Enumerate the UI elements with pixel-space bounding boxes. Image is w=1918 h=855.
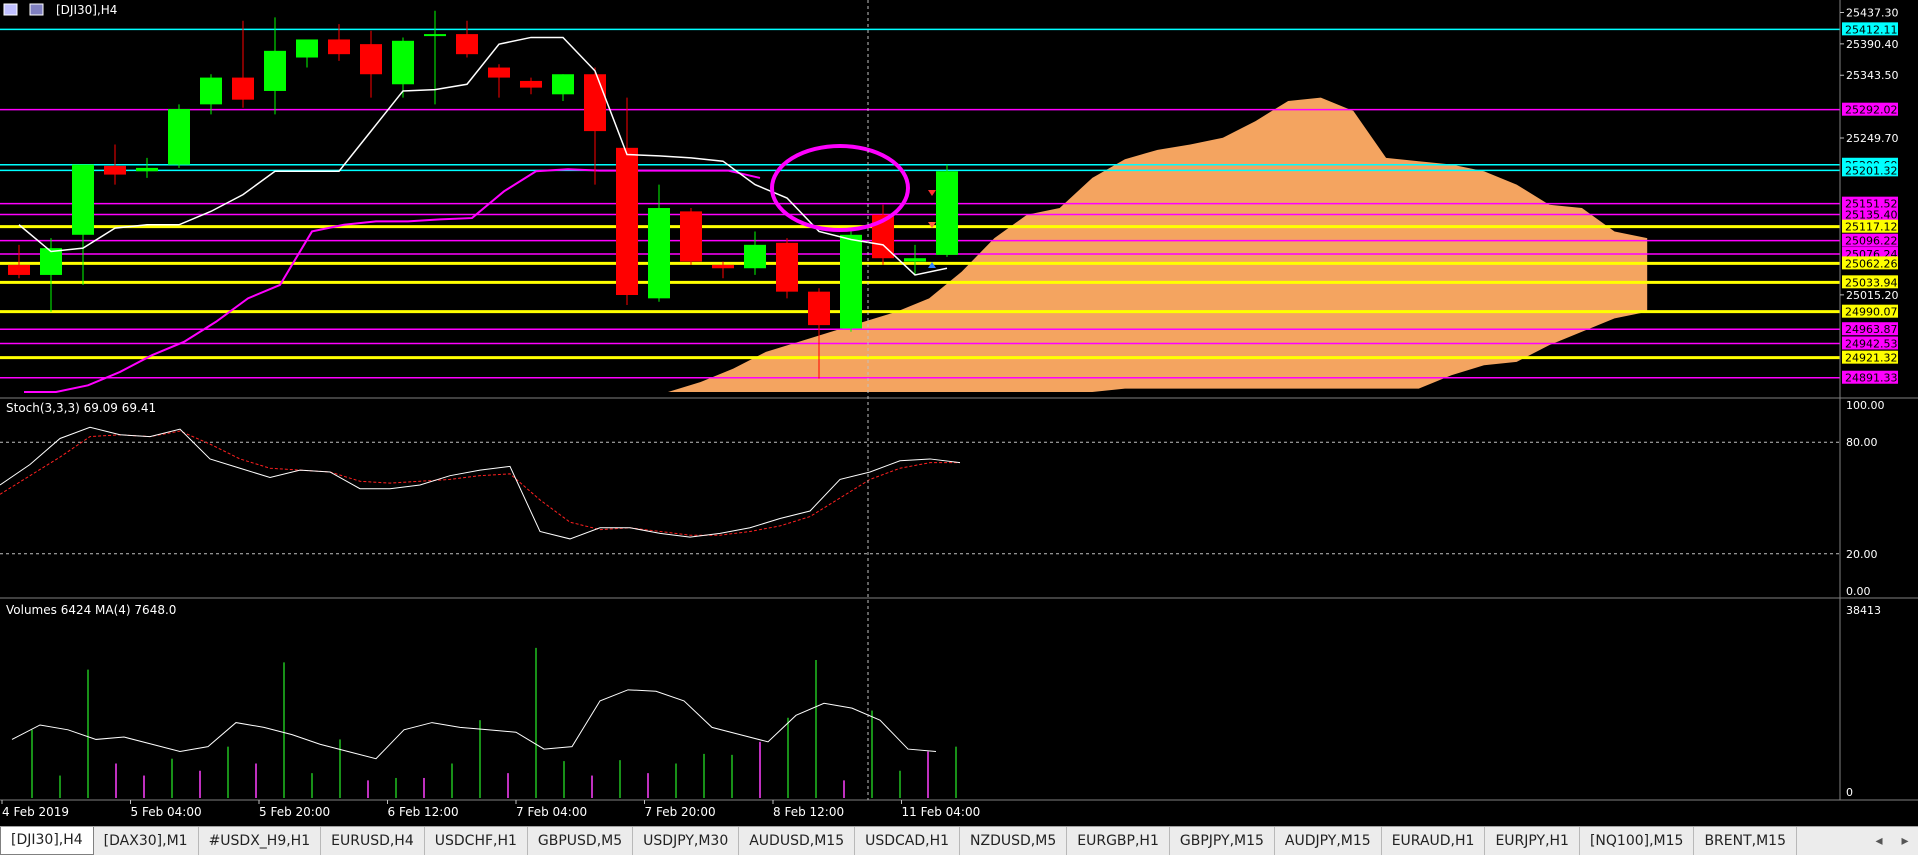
- level-label: 24891.33: [1845, 372, 1898, 385]
- candle-body[interactable]: [72, 164, 94, 235]
- chart-tab[interactable]: EURUSD,H4: [321, 827, 425, 855]
- candle-body[interactable]: [904, 258, 926, 262]
- chart-tab[interactable]: GBPJPY,M15: [1170, 827, 1275, 855]
- chart-tab[interactable]: GBPUSD,M5: [528, 827, 634, 855]
- candle-body[interactable]: [8, 264, 30, 275]
- candle-body[interactable]: [264, 50, 286, 91]
- candle-body[interactable]: [648, 208, 670, 299]
- candle-body[interactable]: [840, 234, 862, 329]
- candle-body[interactable]: [488, 67, 510, 78]
- chart-tab-bar: [DJI30],H4 [DAX30],M1 #USDX_H9,H1 EURUSD,H4…: [0, 826, 1918, 855]
- level-label: 25292.02: [1845, 104, 1898, 117]
- candle-body[interactable]: [456, 34, 478, 55]
- candle-body[interactable]: [680, 211, 702, 262]
- time-label: 6 Feb 12:00: [388, 805, 459, 819]
- candle-body[interactable]: [104, 165, 126, 175]
- candle-body[interactable]: [136, 167, 158, 172]
- level-label: 25135.40: [1845, 208, 1898, 221]
- time-label: 5 Feb 04:00: [131, 805, 202, 819]
- time-label: 5 Feb 20:00: [259, 805, 330, 819]
- stoch-tick-label: 80.00: [1846, 436, 1878, 449]
- chart-tab[interactable]: NZDUSD,M5: [960, 827, 1068, 855]
- volume-label: Volumes 6424 MA(4) 7648.0: [6, 603, 176, 617]
- price-tick-label: 25015.20: [1846, 289, 1899, 302]
- candle-body[interactable]: [936, 171, 958, 255]
- stoch-label: Stoch(3,3,3) 69.09 69.41: [6, 401, 156, 415]
- chart-tab[interactable]: [DJI30],H4: [0, 827, 94, 855]
- candle-body[interactable]: [360, 44, 382, 75]
- chart-area[interactable]: 25412.1125292.0225209.6925201.3225151.52…: [0, 0, 1918, 826]
- candle-body[interactable]: [424, 34, 446, 37]
- chart-tab[interactable]: [DAX30],M1: [94, 827, 199, 855]
- level-label: 25201.32: [1845, 164, 1898, 177]
- chart-title: [DJI30],H4: [56, 3, 117, 17]
- time-label: 7 Feb 20:00: [645, 805, 716, 819]
- candle-body[interactable]: [616, 147, 638, 295]
- level-label: 25412.11: [1845, 23, 1898, 36]
- tab-scroll-left-icon[interactable]: ◂: [1866, 827, 1892, 855]
- volume-tick-label: 0: [1846, 786, 1853, 799]
- chart-tab[interactable]: USDCAD,H1: [855, 827, 961, 855]
- level-label: 25033.94: [1845, 276, 1898, 289]
- level-label: 25062.26: [1845, 257, 1898, 270]
- candle-body[interactable]: [808, 291, 830, 326]
- chart-tab[interactable]: EURJPY,H1: [1485, 827, 1580, 855]
- volume-tick-label: 38413: [1846, 604, 1881, 617]
- chart-tab[interactable]: EURGBP,H1: [1067, 827, 1170, 855]
- candle-body[interactable]: [200, 77, 222, 105]
- candle-body[interactable]: [392, 40, 414, 85]
- level-label: 24942.53: [1845, 337, 1898, 350]
- tab-spacer: [1797, 827, 1866, 855]
- level-label: 25117.12: [1845, 221, 1898, 234]
- stoch-tick-label: 0.00: [1846, 585, 1871, 598]
- stoch-tick-label: 20.00: [1846, 548, 1878, 561]
- chart-window-icon[interactable]: [3, 3, 18, 16]
- time-label: 8 Feb 12:00: [773, 805, 844, 819]
- candle-body[interactable]: [712, 264, 734, 269]
- price-tick-label: 25343.50: [1846, 69, 1899, 82]
- time-label: 11 Feb 04:00: [902, 805, 981, 819]
- chart-tab[interactable]: EURAUD,H1: [1382, 827, 1486, 855]
- chart-tab[interactable]: AUDUSD,M15: [739, 827, 856, 855]
- time-label: 7 Feb 04:00: [516, 805, 587, 819]
- candle-body[interactable]: [744, 244, 766, 269]
- candle-body[interactable]: [232, 77, 254, 100]
- price-tick-label: 25390.40: [1846, 38, 1899, 51]
- restore-icon[interactable]: [29, 3, 44, 16]
- chart-tab[interactable]: #USDX_H9,H1: [199, 827, 322, 855]
- candle-body[interactable]: [584, 74, 606, 132]
- price-tick-label: 25249.70: [1846, 132, 1899, 145]
- chart-tab[interactable]: [NQ100],M15: [1580, 827, 1695, 855]
- level-label: 24921.32: [1845, 352, 1898, 365]
- candle-body[interactable]: [776, 242, 798, 292]
- chart-tab[interactable]: AUDJPY,M15: [1275, 827, 1382, 855]
- candle-body[interactable]: [168, 109, 190, 165]
- level-label: 24990.07: [1845, 306, 1898, 319]
- price-tick-label: 25437.30: [1846, 6, 1899, 19]
- tab-scroll-right-icon[interactable]: ▸: [1892, 827, 1918, 855]
- chart-tab[interactable]: USDJPY,M30: [633, 827, 740, 855]
- candle-body[interactable]: [296, 39, 318, 58]
- level-label: 25096.22: [1845, 235, 1898, 248]
- candle-body[interactable]: [552, 74, 574, 95]
- level-label: 24963.87: [1845, 323, 1898, 336]
- candle-body[interactable]: [328, 39, 350, 55]
- chart-tab[interactable]: USDCHF,H1: [425, 827, 528, 855]
- chart-tab[interactable]: BRENT,M15: [1694, 827, 1797, 855]
- stoch-tick-label: 100.00: [1846, 399, 1885, 412]
- candle-body[interactable]: [520, 80, 542, 88]
- time-label: 4 Feb 2019: [2, 805, 69, 819]
